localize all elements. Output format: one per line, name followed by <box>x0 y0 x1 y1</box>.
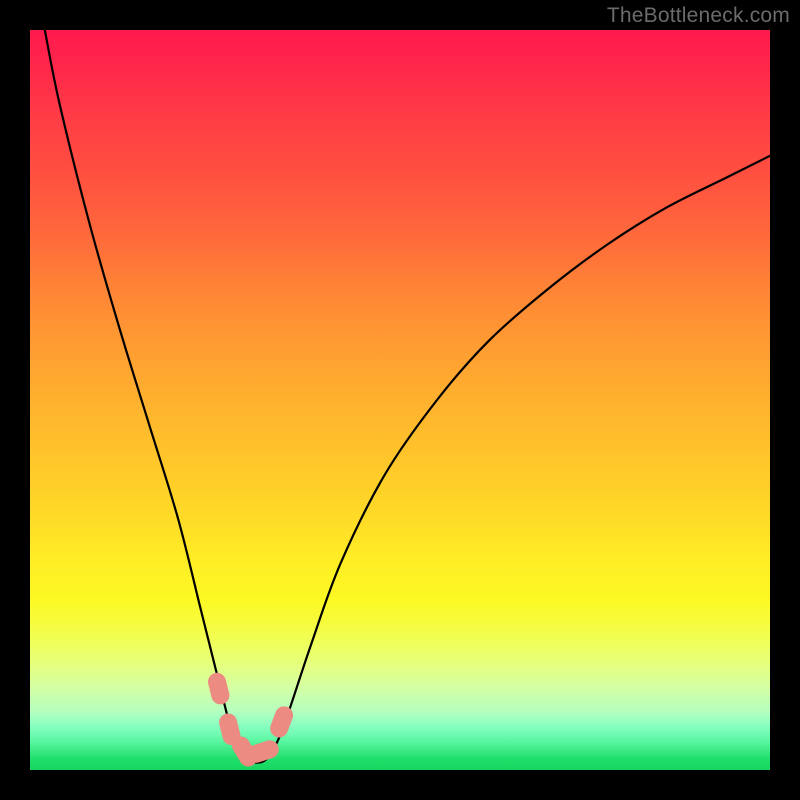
chart-frame: TheBottleneck.com <box>0 0 800 800</box>
watermark-text: TheBottleneck.com <box>607 4 790 28</box>
curve-markers <box>206 671 296 770</box>
marker <box>206 671 231 706</box>
bottleneck-curve <box>45 30 770 763</box>
chart-svg <box>30 30 770 770</box>
marker <box>268 704 296 740</box>
